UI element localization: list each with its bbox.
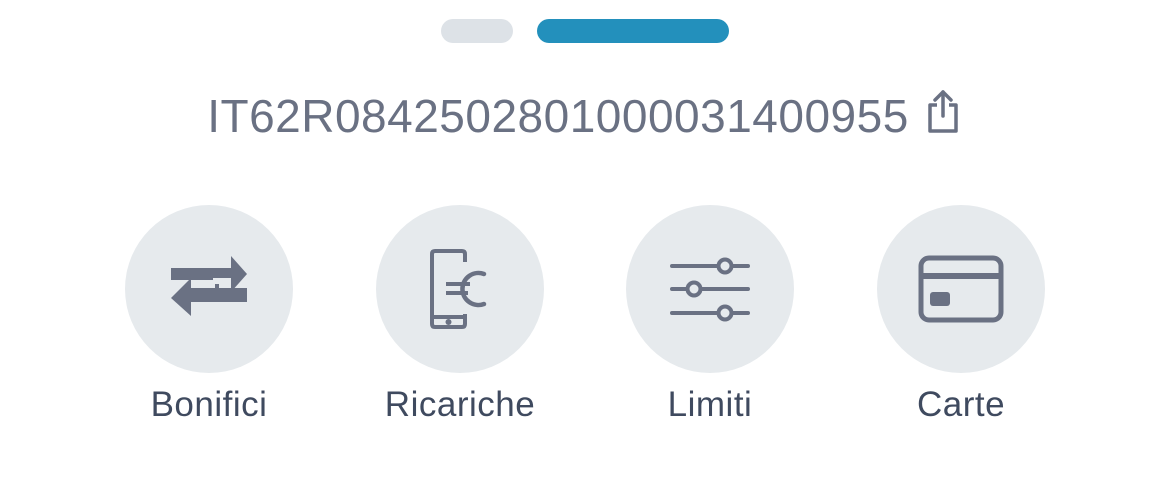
bonifici-label: Bonifici <box>150 385 268 424</box>
iban-row: IT62R0842502801000031400955 <box>0 84 1170 148</box>
share-icon <box>928 90 958 133</box>
limiti-circle <box>626 205 794 373</box>
ricariche-button[interactable]: Ricariche <box>335 205 585 435</box>
quick-actions: Bonifici Ricariche Limiti Carte <box>0 205 1170 445</box>
ricariche-label: Ricariche <box>384 385 536 424</box>
carte-label: Carte <box>916 385 1006 424</box>
iban-text: IT62R0842502801000031400955 <box>207 90 909 142</box>
account-header: IT62R0842502801000031400955 Bonifici Ric… <box>0 0 1170 479</box>
bonifici-circle <box>125 205 293 373</box>
page-indicator <box>0 19 1170 43</box>
sliders-icon <box>670 257 750 322</box>
limiti-button[interactable]: Limiti <box>585 205 835 435</box>
page-indicator-dot-1[interactable] <box>441 19 513 43</box>
limiti-label: Limiti <box>667 385 753 424</box>
carte-circle <box>877 205 1045 373</box>
share-iban-button[interactable] <box>923 86 963 136</box>
carte-button[interactable]: Carte <box>836 205 1086 435</box>
page-indicator-dot-2-active[interactable] <box>537 19 729 43</box>
phone-euro-icon <box>430 249 487 329</box>
ricariche-circle <box>376 205 544 373</box>
credit-card-icon <box>918 255 1004 323</box>
bonifici-button[interactable]: Bonifici <box>84 205 334 435</box>
transfer-arrows-icon <box>171 256 247 316</box>
